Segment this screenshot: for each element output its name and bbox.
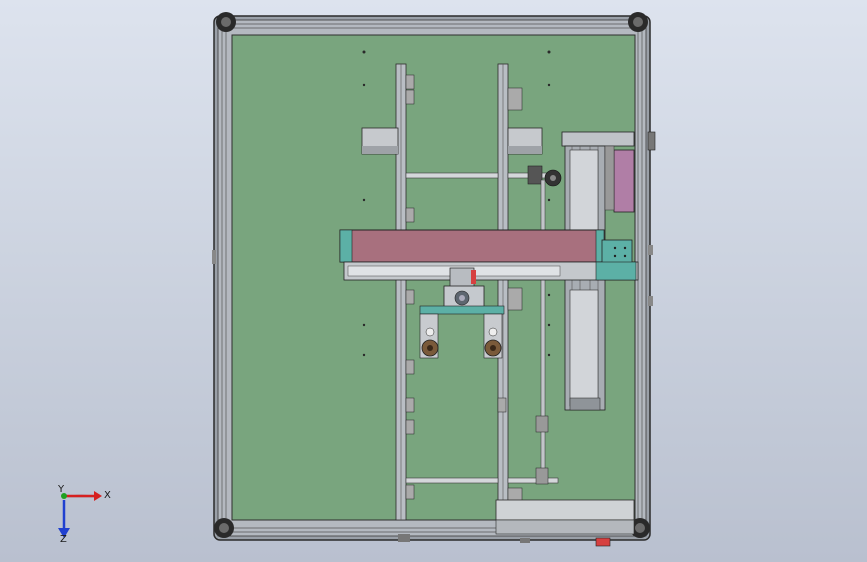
guide-rod (540, 179, 546, 481)
guide-rod-clamp (535, 415, 549, 433)
guide-rod-clamp-2 (535, 467, 549, 485)
y-axis-label: Y (57, 484, 65, 495)
cad-viewport[interactable]: X Y Z (0, 0, 867, 562)
assembly-drawing: X Y Z (57, 12, 656, 547)
coordinate-triad: X Y Z (57, 484, 111, 545)
traverse-beam (339, 229, 639, 281)
z-axis-label: Z (60, 534, 67, 545)
x-axis-label: X (104, 490, 111, 501)
